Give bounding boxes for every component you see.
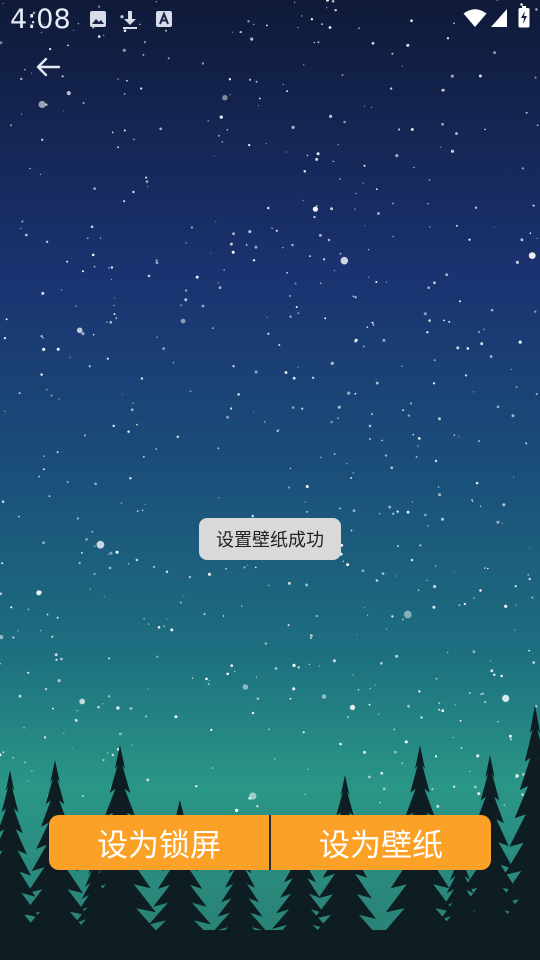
cellular-signal-icon: [490, 8, 508, 32]
toast-message: 设置壁纸成功: [199, 518, 341, 560]
wifi-icon: [463, 8, 487, 32]
text-a-icon: [155, 10, 173, 32]
set-wallpaper-button[interactable]: 设为壁纸: [271, 815, 491, 870]
status-time: 4:08: [10, 4, 71, 35]
battery-icon: [518, 6, 530, 32]
status-bar: 4:08: [0, 0, 540, 40]
set-lock-screen-button[interactable]: 设为锁屏: [49, 815, 269, 870]
arrow-left-icon: [35, 57, 61, 81]
toast-text: 设置壁纸成功: [216, 530, 324, 551]
image-icon: [89, 10, 107, 32]
download-icon: [121, 10, 139, 34]
action-bar: 设为锁屏 设为壁纸: [49, 815, 491, 870]
back-button[interactable]: [26, 50, 70, 88]
